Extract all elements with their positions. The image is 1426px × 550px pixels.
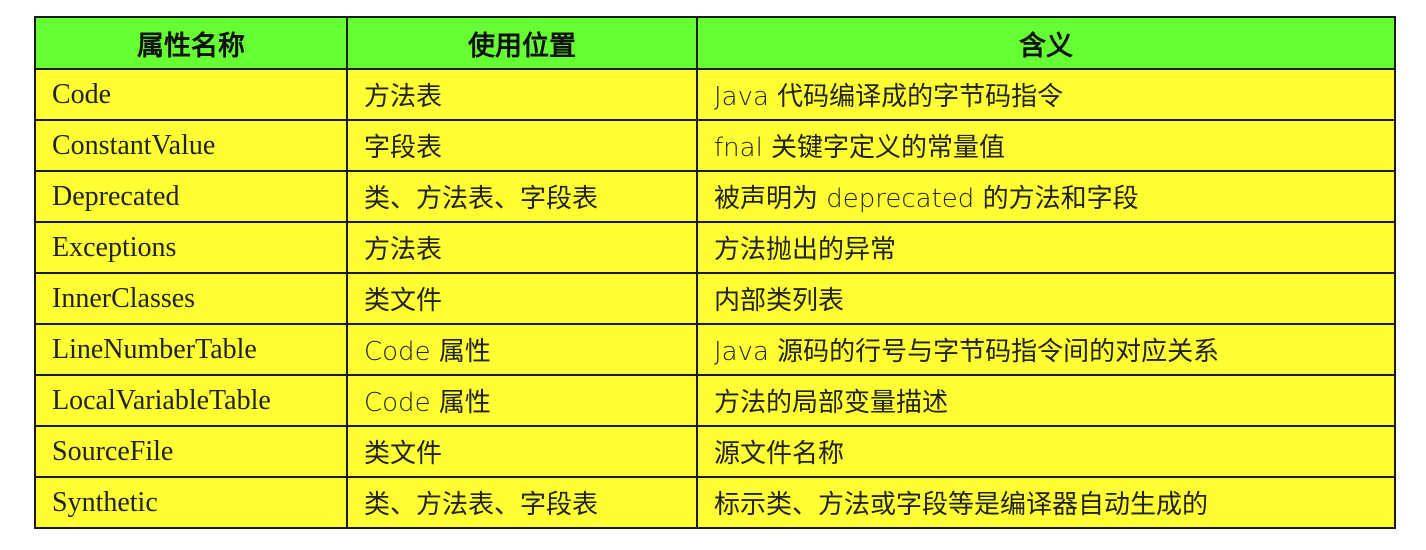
cell-meaning: 方法抛出的异常 <box>696 221 1396 274</box>
cell-attribute-name: LineNumberTable <box>34 323 348 376</box>
cell-meaning: fnal 关键字定义的常量值 <box>696 119 1396 172</box>
table-row: Deprecated 类、方法表、字段表 被声明为 deprecated 的方法… <box>34 170 1396 223</box>
table-row: LocalVariableTable Code 属性 方法的局部变量描述 <box>34 374 1396 427</box>
cell-meaning: 源文件名称 <box>696 425 1396 478</box>
table-row: Exceptions 方法表 方法抛出的异常 <box>34 221 1396 274</box>
cell-attribute-name: Deprecated <box>34 170 348 223</box>
cell-usage-location: Code 属性 <box>346 323 698 376</box>
table-row: Code 方法表 Java 代码编译成的字节码指令 <box>34 68 1396 121</box>
table-row: SourceFile 类文件 源文件名称 <box>34 425 1396 478</box>
attribute-table-container: 属性名称 使用位置 含义 Code 方法表 Java 代码编译成的字节码指令 C… <box>34 16 1396 529</box>
cell-usage-location: 方法表 <box>346 221 698 274</box>
cell-attribute-name: Code <box>34 68 348 121</box>
cell-usage-location: 类文件 <box>346 425 698 478</box>
cell-usage-location: 类、方法表、字段表 <box>346 476 698 529</box>
cell-attribute-name: InnerClasses <box>34 272 348 325</box>
table-row: LineNumberTable Code 属性 Java 源码的行号与字节码指令… <box>34 323 1396 376</box>
cell-usage-location: 方法表 <box>346 68 698 121</box>
cell-meaning: 被声明为 deprecated 的方法和字段 <box>696 170 1396 223</box>
cell-attribute-name: LocalVariableTable <box>34 374 348 427</box>
table-header-row: 属性名称 使用位置 含义 <box>34 16 1396 70</box>
cell-meaning: Java 源码的行号与字节码指令间的对应关系 <box>696 323 1396 376</box>
cell-meaning: 标示类、方法或字段等是编译器自动生成的 <box>696 476 1396 529</box>
cell-usage-location: Code 属性 <box>346 374 698 427</box>
attribute-table: 属性名称 使用位置 含义 Code 方法表 Java 代码编译成的字节码指令 C… <box>34 16 1396 529</box>
header-usage-location: 使用位置 <box>346 16 698 70</box>
table-row: ConstantValue 字段表 fnal 关键字定义的常量值 <box>34 119 1396 172</box>
table-row: InnerClasses 类文件 内部类列表 <box>34 272 1396 325</box>
cell-meaning: 内部类列表 <box>696 272 1396 325</box>
cell-meaning: Java 代码编译成的字节码指令 <box>696 68 1396 121</box>
cell-attribute-name: ConstantValue <box>34 119 348 172</box>
cell-attribute-name: Exceptions <box>34 221 348 274</box>
cell-usage-location: 类文件 <box>346 272 698 325</box>
header-attribute-name: 属性名称 <box>34 16 348 70</box>
cell-meaning: 方法的局部变量描述 <box>696 374 1396 427</box>
cell-usage-location: 类、方法表、字段表 <box>346 170 698 223</box>
cell-attribute-name: SourceFile <box>34 425 348 478</box>
header-meaning: 含义 <box>696 16 1396 70</box>
cell-usage-location: 字段表 <box>346 119 698 172</box>
table-row: Synthetic 类、方法表、字段表 标示类、方法或字段等是编译器自动生成的 <box>34 476 1396 529</box>
cell-attribute-name: Synthetic <box>34 476 348 529</box>
